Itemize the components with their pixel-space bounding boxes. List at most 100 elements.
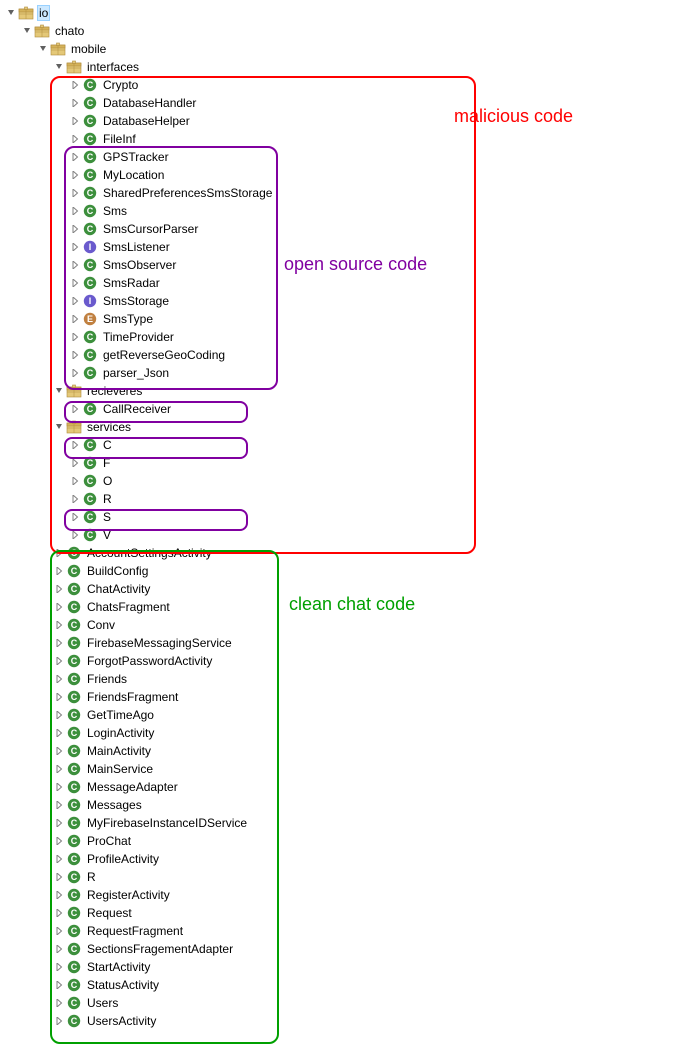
tree-node[interactable]: FriendsFragment [4, 688, 676, 706]
expand-closed-icon[interactable] [52, 904, 66, 922]
expand-open-icon[interactable] [4, 4, 18, 22]
expand-open-icon[interactable] [52, 58, 66, 76]
tree-node[interactable]: ForgotPasswordActivity [4, 652, 676, 670]
tree-node[interactable]: SmsCursorParser [4, 220, 676, 238]
expand-closed-icon[interactable] [52, 778, 66, 796]
tree-node[interactable]: DatabaseHelper [4, 112, 676, 130]
expand-closed-icon[interactable] [68, 76, 82, 94]
tree-node[interactable]: LoginActivity [4, 724, 676, 742]
tree-node[interactable]: R [4, 490, 676, 508]
tree-node[interactable]: FirebaseMessagingService [4, 634, 676, 652]
expand-closed-icon[interactable] [68, 112, 82, 130]
expand-closed-icon[interactable] [68, 130, 82, 148]
tree-node[interactable]: SmsObserver [4, 256, 676, 274]
expand-closed-icon[interactable] [68, 400, 82, 418]
expand-closed-icon[interactable] [68, 490, 82, 508]
expand-closed-icon[interactable] [52, 922, 66, 940]
expand-closed-icon[interactable] [52, 976, 66, 994]
expand-closed-icon[interactable] [68, 472, 82, 490]
tree-node[interactable]: RegisterActivity [4, 886, 676, 904]
tree-node[interactable]: S [4, 508, 676, 526]
tree-node[interactable]: GPSTracker [4, 148, 676, 166]
tree-node[interactable]: interfaces [4, 58, 676, 76]
tree-node[interactable]: C [4, 436, 676, 454]
expand-open-icon[interactable] [20, 22, 34, 40]
expand-closed-icon[interactable] [68, 310, 82, 328]
expand-closed-icon[interactable] [52, 994, 66, 1012]
expand-closed-icon[interactable] [68, 454, 82, 472]
tree-node[interactable]: SmsRadar [4, 274, 676, 292]
tree-node[interactable]: parser_Json [4, 364, 676, 382]
expand-closed-icon[interactable] [52, 832, 66, 850]
tree-node[interactable]: Sms [4, 202, 676, 220]
expand-closed-icon[interactable] [68, 148, 82, 166]
tree-node[interactable]: MainService [4, 760, 676, 778]
expand-closed-icon[interactable] [68, 436, 82, 454]
tree-node[interactable]: AccountSettingsActivity [4, 544, 676, 562]
tree-node[interactable]: SmsType [4, 310, 676, 328]
expand-closed-icon[interactable] [68, 220, 82, 238]
expand-closed-icon[interactable] [52, 760, 66, 778]
tree-node[interactable]: TimeProvider [4, 328, 676, 346]
tree-node[interactable]: O [4, 472, 676, 490]
expand-closed-icon[interactable] [68, 202, 82, 220]
expand-closed-icon[interactable] [52, 1012, 66, 1030]
tree-node[interactable]: getReverseGeoCoding [4, 346, 676, 364]
expand-open-icon[interactable] [36, 40, 50, 58]
expand-closed-icon[interactable] [52, 544, 66, 562]
expand-closed-icon[interactable] [52, 958, 66, 976]
expand-open-icon[interactable] [52, 382, 66, 400]
tree-node[interactable]: Friends [4, 670, 676, 688]
expand-closed-icon[interactable] [52, 742, 66, 760]
expand-closed-icon[interactable] [52, 796, 66, 814]
expand-closed-icon[interactable] [68, 328, 82, 346]
expand-closed-icon[interactable] [52, 616, 66, 634]
tree-node[interactable]: SectionsFragementAdapter [4, 940, 676, 958]
tree-node[interactable]: SmsListener [4, 238, 676, 256]
tree-node[interactable]: chato [4, 22, 676, 40]
tree-node[interactable]: CallReceiver [4, 400, 676, 418]
expand-closed-icon[interactable] [52, 652, 66, 670]
tree-node[interactable]: Messages [4, 796, 676, 814]
expand-closed-icon[interactable] [52, 670, 66, 688]
tree-node[interactable]: SharedPreferencesSmsStorage [4, 184, 676, 202]
expand-closed-icon[interactable] [52, 886, 66, 904]
tree-node[interactable]: V [4, 526, 676, 544]
expand-closed-icon[interactable] [52, 634, 66, 652]
tree-node[interactable]: io [4, 4, 676, 22]
tree-node[interactable]: StartActivity [4, 958, 676, 976]
tree-node[interactable]: MainActivity [4, 742, 676, 760]
tree-node[interactable]: UsersActivity [4, 1012, 676, 1030]
expand-closed-icon[interactable] [52, 562, 66, 580]
tree-node[interactable]: StatusActivity [4, 976, 676, 994]
tree-node[interactable]: MyFirebaseInstanceIDService [4, 814, 676, 832]
expand-open-icon[interactable] [52, 418, 66, 436]
tree-node[interactable]: Crypto [4, 76, 676, 94]
expand-closed-icon[interactable] [68, 346, 82, 364]
tree-node[interactable]: RequestFragment [4, 922, 676, 940]
tree-node[interactable]: ProfileActivity [4, 850, 676, 868]
expand-closed-icon[interactable] [68, 274, 82, 292]
tree-node[interactable]: recieveres [4, 382, 676, 400]
expand-closed-icon[interactable] [68, 166, 82, 184]
tree-node[interactable]: Conv [4, 616, 676, 634]
tree-node[interactable]: SmsStorage [4, 292, 676, 310]
tree-node[interactable]: services [4, 418, 676, 436]
expand-closed-icon[interactable] [68, 508, 82, 526]
tree-node[interactable]: ChatsFragment [4, 598, 676, 616]
expand-closed-icon[interactable] [68, 256, 82, 274]
tree-node[interactable]: Users [4, 994, 676, 1012]
expand-closed-icon[interactable] [68, 364, 82, 382]
tree-node[interactable]: BuildConfig [4, 562, 676, 580]
expand-closed-icon[interactable] [52, 850, 66, 868]
tree-node[interactable]: DatabaseHandler [4, 94, 676, 112]
tree-node[interactable]: Request [4, 904, 676, 922]
expand-closed-icon[interactable] [68, 292, 82, 310]
expand-closed-icon[interactable] [68, 94, 82, 112]
tree-node[interactable]: MessageAdapter [4, 778, 676, 796]
expand-closed-icon[interactable] [68, 184, 82, 202]
expand-closed-icon[interactable] [68, 526, 82, 544]
expand-closed-icon[interactable] [52, 598, 66, 616]
expand-closed-icon[interactable] [52, 724, 66, 742]
expand-closed-icon[interactable] [68, 238, 82, 256]
